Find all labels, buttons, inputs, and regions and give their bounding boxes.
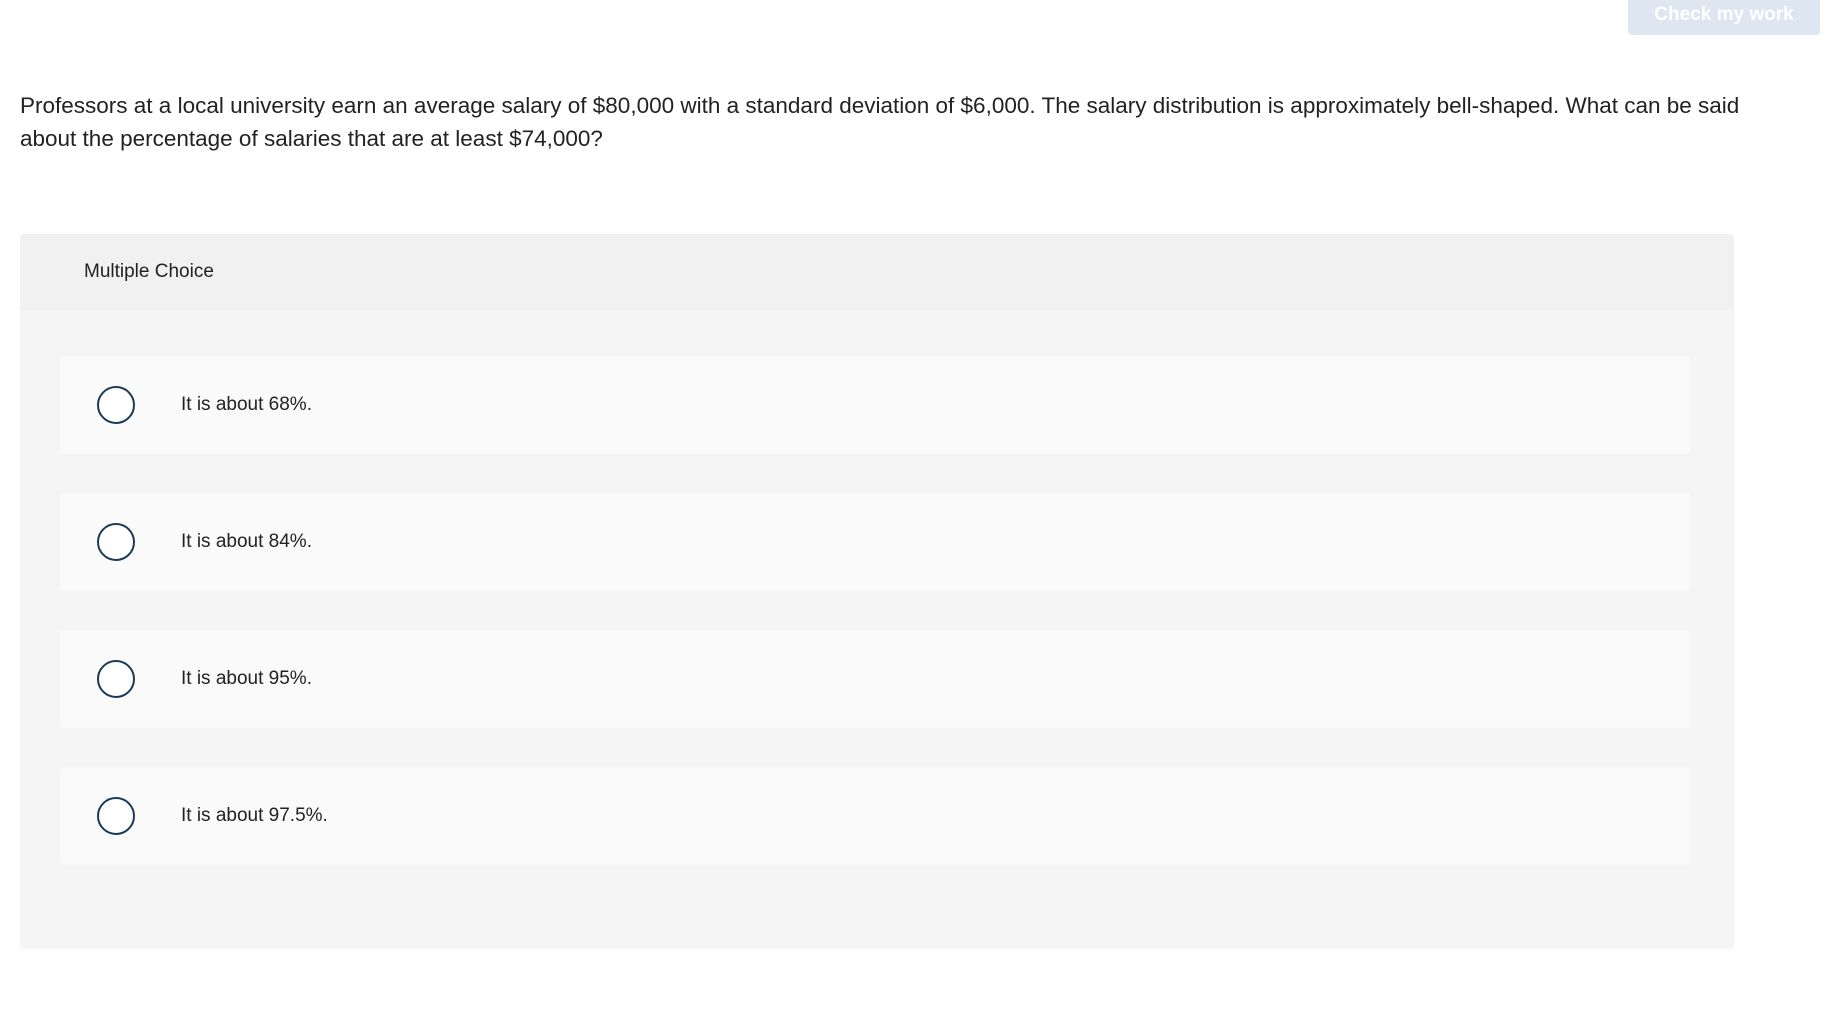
radio-button[interactable]	[97, 797, 135, 835]
page: Check my work Professors at a local univ…	[0, 0, 1834, 1017]
multiple-choice-panel: Multiple Choice It is about 68%. It is a…	[20, 234, 1734, 949]
radio-button[interactable]	[97, 386, 135, 424]
answer-option-label: It is about 68%.	[181, 394, 312, 415]
answer-option-label: It is about 84%.	[181, 531, 312, 552]
multiple-choice-title: Multiple Choice	[84, 261, 214, 282]
radio-button[interactable]	[97, 523, 135, 561]
answer-option-label: It is about 97.5%.	[181, 805, 328, 826]
question-text: Professors at a local university earn an…	[20, 93, 1740, 151]
answer-option[interactable]: It is about 84%.	[60, 493, 1690, 591]
answer-option[interactable]: It is about 97.5%.	[60, 767, 1690, 865]
answer-option-label: It is about 95%.	[181, 668, 312, 689]
answer-option[interactable]: It is about 95%.	[60, 630, 1690, 728]
answer-option[interactable]: It is about 68%.	[60, 356, 1690, 454]
check-my-work-button[interactable]: Check my work	[1628, 0, 1820, 35]
radio-button[interactable]	[97, 660, 135, 698]
multiple-choice-header: Multiple Choice	[20, 234, 1734, 310]
